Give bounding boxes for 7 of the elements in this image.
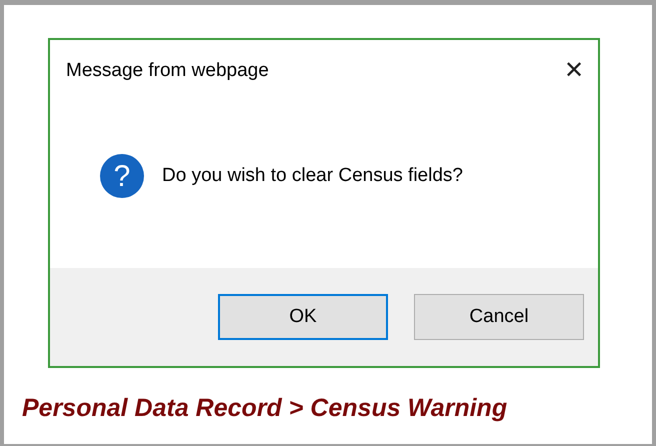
- dialog-message: Do you wish to clear Census fields?: [162, 164, 463, 188]
- question-icon: ?: [100, 154, 144, 198]
- dialog-button[interactable]: OK: [218, 294, 388, 340]
- dialog-title: Message from webpage: [66, 58, 269, 83]
- caption: Personal Data Record > Census Warning: [22, 393, 508, 424]
- close-button[interactable]: ✕: [556, 53, 592, 89]
- dialog-button[interactable]: Cancel: [414, 294, 584, 340]
